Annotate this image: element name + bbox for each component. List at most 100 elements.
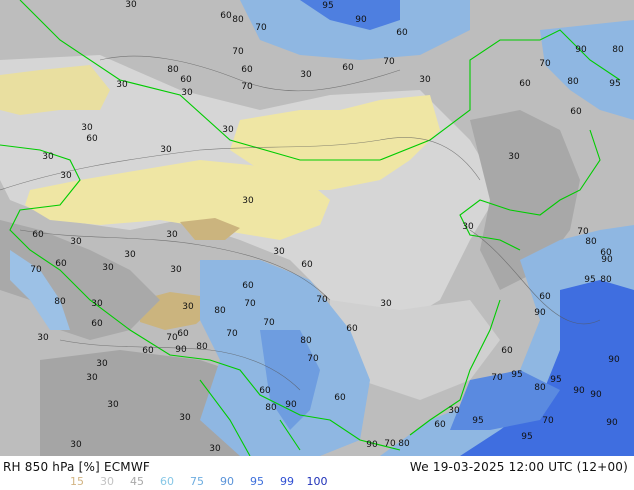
contour-label: 60 (242, 281, 254, 291)
contour-label: 60 (259, 386, 271, 396)
contour-label: 90 (608, 355, 620, 365)
contour-label: 80 (534, 383, 546, 393)
contour-label: 80 (214, 306, 226, 316)
contour-label: 30 (419, 75, 431, 85)
contour-label: 70 (226, 329, 238, 339)
contour-label: 70 (232, 47, 244, 57)
contour-label: 30 (116, 80, 128, 90)
contour-label: 60 (220, 11, 232, 21)
legend-item: 100 (306, 475, 328, 488)
contour-label: 80 (167, 65, 179, 75)
contour-label: 80 (265, 403, 277, 413)
contour-label: 95 (550, 375, 561, 385)
contour-label: 30 (96, 359, 108, 369)
contour-label: 90 (366, 440, 378, 450)
contour-label: 60 (396, 28, 408, 38)
contour-label: 30 (70, 440, 82, 450)
contour-label: 60 (180, 75, 192, 85)
legend-item: 95 (250, 475, 264, 488)
contour-label: 95 (511, 370, 522, 380)
contour-label: 90 (573, 386, 585, 396)
contour-label: 80 (600, 275, 612, 285)
contour-label: 60 (142, 346, 154, 356)
contour-label: 80 (612, 45, 624, 55)
contour-label: 30 (160, 145, 172, 155)
legend-item: 75 (190, 475, 204, 488)
contour-label: 90 (590, 390, 602, 400)
contour-label: 70 (255, 23, 267, 33)
contour-label: 30 (170, 265, 182, 275)
contour-label: 70 (384, 439, 396, 449)
contour-label: 30 (273, 247, 285, 257)
contour-label: 30 (300, 70, 312, 80)
contour-label: 70 (307, 354, 319, 364)
contour-label: 95 (584, 275, 595, 285)
map-datetime: We 19-03-2025 12:00 UTC (12+00) (409, 460, 628, 474)
contour-label: 80 (300, 336, 312, 346)
contour-label: 90 (285, 400, 297, 410)
legend-item: 99 (280, 475, 294, 488)
contour-label: 30 (222, 125, 234, 135)
contour-label: 80 (196, 342, 208, 352)
contour-label: 30 (125, 0, 137, 10)
contour-label: 70 (263, 318, 275, 328)
contour-label: 30 (380, 299, 392, 309)
contour-label: 30 (91, 299, 103, 309)
legend-item: 30 (100, 475, 114, 488)
contour-label: 30 (166, 230, 178, 240)
contour-label: 70 (542, 416, 554, 426)
contour-label: 80 (398, 439, 410, 449)
contour-label: 70 (30, 265, 42, 275)
contour-label: 90 (575, 45, 587, 55)
contour-label: 90 (175, 345, 187, 355)
contour-label: 30 (448, 406, 460, 416)
contour-label: 60 (55, 259, 67, 269)
contour-label: 30 (209, 444, 221, 454)
contour-label: 60 (434, 420, 446, 430)
map-title: RH 850 hPa [%] ECMWF (3, 460, 151, 474)
contour-label: 95 (472, 416, 483, 426)
legend-item: 15 (70, 475, 84, 488)
contour-label: 60 (86, 134, 98, 144)
contour-label: 60 (334, 393, 346, 403)
contour-label: 80 (585, 237, 597, 247)
contour-label: 60 (570, 107, 582, 117)
contour-label: 95 (322, 1, 333, 11)
contour-label: 30 (60, 171, 72, 181)
contour-label: 95 (521, 432, 532, 442)
contour-label: 70 (491, 373, 503, 383)
contour-label: 30 (70, 237, 82, 247)
contour-label: 60 (346, 324, 358, 334)
contour-label: 90 (355, 15, 367, 25)
contour-label: 60 (177, 329, 189, 339)
contour-label: 80 (567, 77, 579, 87)
contour-label: 90 (601, 255, 613, 265)
contour-label: 60 (519, 79, 531, 89)
contour-label: 60 (91, 319, 103, 329)
contour-label: 70 (383, 57, 395, 67)
legend-item: 60 (160, 475, 174, 488)
contour-label: 60 (342, 63, 354, 73)
contour-label: 70 (577, 227, 589, 237)
contour-label: 70 (244, 299, 256, 309)
contour-label: 30 (124, 250, 136, 260)
contour-label: 30 (242, 196, 254, 206)
contour-label: 70 (241, 82, 253, 92)
contour-label: 80 (232, 15, 244, 25)
contour-label: 30 (508, 152, 520, 162)
contour-label: 60 (539, 292, 551, 302)
contour-label: 70 (316, 295, 328, 305)
map-footer: RH 850 hPa [%] ECMWF We 19-03-2025 12:00… (0, 456, 634, 490)
contour-label: 30 (462, 222, 474, 232)
contour-label: 90 (606, 418, 618, 428)
contour-label: 30 (107, 400, 119, 410)
contour-label: 80 (54, 297, 66, 307)
legend-item: 90 (220, 475, 234, 488)
contour-label: 30 (102, 263, 114, 273)
contour-label: 60 (501, 346, 513, 356)
legend-item: 45 (130, 475, 144, 488)
rh-map: 30 95 60 80 90 70 60 90 80 70 80 60 30 60 70 70 60 30 60 80… (0, 0, 634, 456)
contour-label: 30 (181, 88, 193, 98)
contour-label: 30 (182, 302, 194, 312)
contour-label: 60 (301, 260, 313, 270)
